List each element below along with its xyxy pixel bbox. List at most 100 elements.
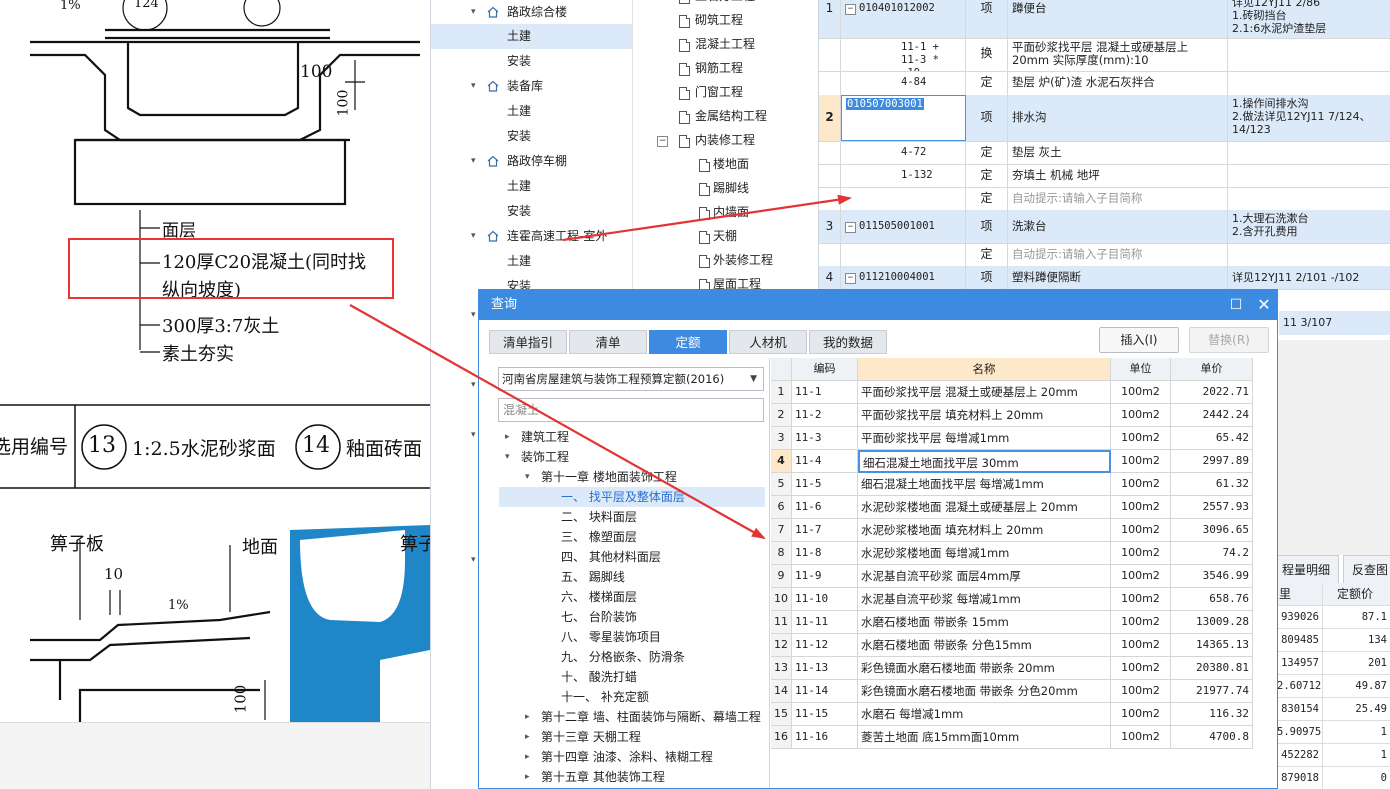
collapse-icon[interactable]: − [657,136,668,147]
boq-row[interactable]: 4-84 定 垫层 炉(矿)渣 水泥石灰拌合 [819,71,1390,96]
quota-name[interactable]: 菱苦土地面 底15mm面10mm [858,726,1111,749]
tree-node-project[interactable]: ▾ 连霍高速工程-室外 [431,224,633,249]
boq-row[interactable]: 4 −011210004001 项 塑料蹲便隔断 详见12YJ11 2/101 … [819,266,1390,290]
tab-boq[interactable]: 清单 [569,330,647,354]
category-item[interactable]: 混凝土工程 [633,32,819,57]
quota-name[interactable]: 平面砂浆找平层 混凝土或硬基层上 20mm [858,381,1111,404]
table-row[interactable]: 10 11-10 水泥基自流平砂浆 每增减1mm 100m2 658.76 [771,588,1253,611]
tab-boq-guide[interactable]: 清单指引 [489,330,567,354]
item-feature[interactable] [1228,187,1390,210]
tree-node-project[interactable]: ▾ 路政停车棚 [431,149,633,174]
table-row[interactable]: 11 11-11 水磨石楼地面 带嵌条 15mm 100m2 13009.28 [771,611,1253,634]
quota-code[interactable]: 11-6 [792,496,858,519]
category-item[interactable]: 天棚 [633,224,819,249]
quota-price[interactable]: 13009.28 [1171,611,1253,634]
quota-price[interactable]: 2022.71 [1171,381,1253,404]
column-header-name[interactable]: 名称 [858,358,1111,381]
tree-node[interactable]: ▸ 第十三章 天棚工程 [491,727,769,747]
category-item[interactable]: 内墙面 [633,200,819,225]
collapse-icon[interactable]: − [845,273,856,284]
quota-library-select[interactable]: 河南省房屋建筑与装饰工程预算定额(2016) ▼ [498,367,764,391]
quota-code[interactable]: 11-3 [792,427,858,450]
caret-down-icon[interactable]: ▾ [505,447,510,467]
item-name[interactable]: 垫层 灰土 [1008,141,1228,164]
category-item[interactable]: 金属结构工程 [633,104,819,129]
tree-node-civil[interactable]: 土建 [431,174,633,199]
table-row[interactable]: 16 11-16 菱苦土地面 底15mm面10mm 100m2 4700.8 [771,726,1253,749]
item-name[interactable]: 洗漱台 [1008,210,1228,243]
dialog-title-bar[interactable]: 查询 ☐ ✕ [479,290,1277,320]
caret-right-icon[interactable]: ▸ [505,427,510,447]
quota-unit[interactable]: 100m2 [1111,450,1171,473]
quota-price[interactable]: 4700.8 [1171,726,1253,749]
column-header-price[interactable]: 单价 [1171,358,1253,381]
chevron-down-icon[interactable]: ▼ [750,368,757,390]
quota-price[interactable]: 21977.74 [1171,680,1253,703]
quota-unit[interactable]: 100m2 [1111,703,1171,726]
tree-node[interactable]: ▾ 装饰工程 [491,447,769,467]
quota-code[interactable]: 11-1 [792,381,858,404]
caret-down-icon[interactable]: ▾ [471,149,476,174]
quota-name[interactable]: 细石混凝土地面找平层 每增减1mm [858,473,1111,496]
item-code[interactable]: 010507003001 [841,95,966,141]
quota-price[interactable]: 3096.65 [1171,519,1253,542]
tree-node[interactable]: ▸ 第十四章 油漆、涂料、裱糊工程 [491,747,769,767]
tree-node-selected[interactable]: 一、 找平层及整体面层 [499,487,765,507]
column-header-unit[interactable]: 单位 [1111,358,1171,381]
item-feature[interactable] [1228,71,1390,95]
caret-right-icon[interactable]: ▸ [525,727,530,747]
collapse-icon[interactable]: − [845,222,856,233]
insert-button[interactable]: 插入(I) [1099,327,1179,353]
table-row[interactable]: 6 11-6 水泥砂浆楼地面 混凝土或硬基层上 20mm 100m2 2557.93 [771,496,1253,519]
table-row[interactable]: 15 11-15 水磨石 每增减1mm 100m2 116.32 [771,703,1253,726]
item-feature[interactable]: 详见12YJ11 2/86 1.砖砌挡台 2.1:6水泥炉渣垫层 [1228,0,1390,38]
item-code[interactable] [841,243,966,266]
boq-row[interactable]: 1-132 定 夯填土 机械 地坪 [819,164,1390,188]
quota-unit[interactable]: 100m2 [1111,657,1171,680]
tab-reverse-lookup[interactable]: 反查图 [1343,555,1390,585]
category-item[interactable]: 楼地面 [633,152,819,177]
item-feature[interactable] [1228,164,1390,187]
quota-price[interactable]: 74.2 [1171,542,1253,565]
quota-name[interactable]: 水泥砂浆楼地面 混凝土或硬基层上 20mm [858,496,1111,519]
item-code[interactable]: −011210004001 [841,266,966,289]
tree-node[interactable]: ▸ 第十五章 其他装饰工程 [491,767,769,787]
quota-price[interactable]: 65.42 [1171,427,1253,450]
quota-name[interactable]: 平面砂浆找平层 每增减1mm [858,427,1111,450]
tree-node[interactable]: 四、 其他材料面层 [491,547,769,567]
quota-price[interactable]: 2997.89 [1171,450,1253,473]
tree-node[interactable]: ▸ 第十二章 墙、柱面装饰与隔断、幕墙工程 [491,707,769,727]
splitter[interactable] [769,358,770,788]
caret-down-icon[interactable]: ▾ [525,467,530,487]
tree-node[interactable]: ▾ 第十一章 楼地面装饰工程 [491,467,769,487]
table-row[interactable]: 14 11-14 彩色镜面水磨石楼地面 带嵌条 分色20mm 100m2 21977.7… [771,680,1253,703]
item-code[interactable]: 4-72 [841,141,966,164]
category-item[interactable]: 钢筋工程 [633,56,819,81]
boq-row[interactable]: 2 010507003001 项 排水沟 1.操作间排水沟 2.做法详见12YJ… [819,95,1390,142]
quota-unit[interactable]: 100m2 [1111,381,1171,404]
tab-my-data[interactable]: 我的数据 [809,330,887,354]
quota-unit[interactable]: 100m2 [1111,588,1171,611]
quota-name[interactable]: 彩色镜面水磨石楼地面 带嵌条 20mm [858,657,1111,680]
boq-row[interactable]: 3 −011505001001 项 洗漱台 1.大理石洗漱台 2.含开孔费用 [819,210,1390,244]
tab-labor-material[interactable]: 人材机 [729,330,807,354]
item-name-hint[interactable]: 自动提示:请输入子目简称 [1008,187,1228,210]
tree-node-install[interactable]: 安装 [431,124,633,149]
caret-right-icon[interactable]: ▸ [525,707,530,727]
quota-name[interactable]: 水磨石 每增减1mm [858,703,1111,726]
item-feature[interactable]: 详见12YJ11 2/101 -/102 [1228,266,1390,289]
item-feature[interactable]: 1.大理石洗漱台 2.含开孔费用 [1228,210,1390,243]
quota-code[interactable]: 11-2 [792,404,858,427]
caret-down-icon[interactable]: ▾ [471,555,476,565]
quota-name[interactable]: 水磨石楼地面 带嵌条 15mm [858,611,1111,634]
item-code[interactable] [841,187,966,210]
item-feature[interactable] [1228,243,1390,266]
tree-node[interactable]: 十一、 补充定额 [491,687,769,707]
quota-code[interactable]: 11-8 [792,542,858,565]
quota-price[interactable]: 3546.99 [1171,565,1253,588]
tree-node[interactable]: 十、 酸洗打蜡 [491,667,769,687]
quota-code[interactable]: 11-5 [792,473,858,496]
quota-unit[interactable]: 100m2 [1111,542,1171,565]
item-feature[interactable] [1228,38,1390,71]
quota-unit[interactable]: 100m2 [1111,680,1171,703]
